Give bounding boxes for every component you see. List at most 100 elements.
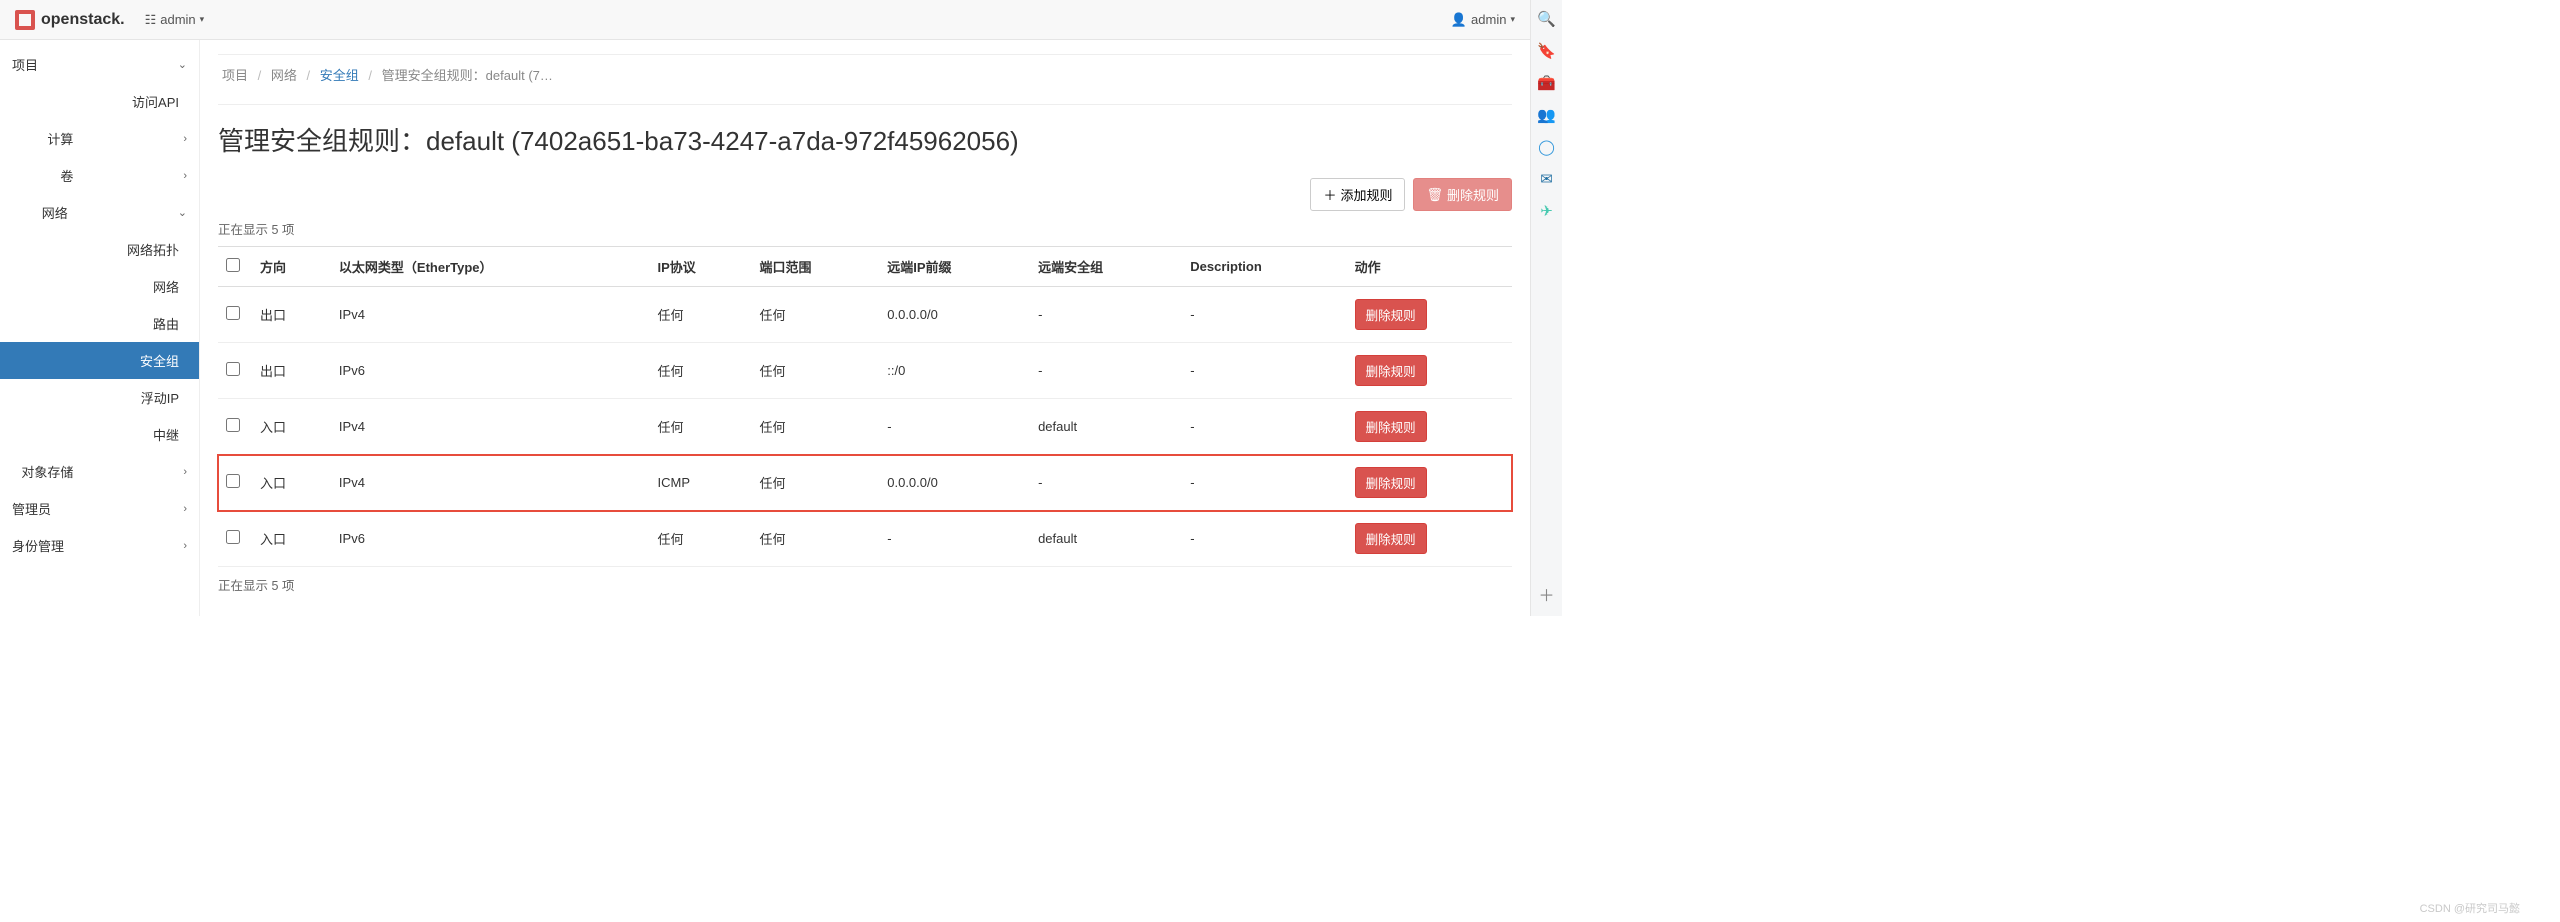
sidebar-item-label: 计算: [47, 129, 73, 148]
cell-protocol: 任何: [650, 399, 752, 455]
search-icon[interactable]: 🔍: [1538, 10, 1556, 28]
sidebar-item-access-api[interactable]: 访问API: [0, 83, 199, 120]
breadcrumb-item: 项目: [222, 68, 248, 83]
col-remote-sg[interactable]: 远端安全组: [1030, 247, 1182, 287]
sidebar-item-routers[interactable]: 路由: [0, 305, 199, 342]
sidebar-item-project[interactable]: 项目 ⌄: [0, 46, 199, 83]
cell-ethertype: IPv4: [331, 287, 650, 343]
sidebar-item-network[interactable]: 网络 ⌄: [0, 194, 199, 231]
sidebar: 项目 ⌄ 访问API 计算 › 卷 › 网络 ⌄ 网络拓扑 网络: [0, 40, 200, 616]
refresh-icon[interactable]: ◯: [1538, 138, 1556, 156]
chevron-right-icon: ›: [183, 466, 187, 478]
brand-logo[interactable]: openstack.: [15, 10, 125, 30]
user-icon: 👤: [1451, 12, 1467, 28]
cell-ethertype: IPv6: [331, 511, 650, 567]
sidebar-item-security-groups[interactable]: 安全组: [0, 342, 199, 379]
watermark-text: CSDN @研究司马懿: [2420, 900, 2520, 916]
row-checkbox[interactable]: [226, 530, 240, 544]
col-ethertype[interactable]: 以太网类型（EtherType）: [331, 247, 650, 287]
right-rail: 🔍 🔖 🧰 👥 ◯ ✉ ✈ ＋: [1530, 0, 1562, 616]
col-actions: 动作: [1347, 247, 1512, 287]
mail-icon[interactable]: ✉: [1538, 170, 1556, 188]
col-description[interactable]: Description: [1182, 247, 1346, 287]
cell-direction: 入口: [252, 455, 331, 511]
user-menu[interactable]: 👤 admin ▾: [1451, 12, 1515, 28]
delete-row-button[interactable]: 删除规则: [1355, 467, 1427, 498]
cell-description: -: [1182, 343, 1346, 399]
cell-port-range: 任何: [752, 399, 880, 455]
briefcase-icon[interactable]: 🧰: [1538, 74, 1556, 92]
cell-remote-ip: ::/0: [879, 343, 1030, 399]
sidebar-item-admin[interactable]: 管理员 ›: [0, 490, 199, 527]
send-icon[interactable]: ✈: [1538, 202, 1556, 220]
cell-protocol: 任何: [650, 343, 752, 399]
delete-row-button[interactable]: 删除规则: [1355, 411, 1427, 442]
person-icon[interactable]: 👥: [1538, 106, 1556, 124]
cell-remote-ip: -: [879, 511, 1030, 567]
cell-remote-ip: 0.0.0.0/0: [879, 287, 1030, 343]
cell-description: -: [1182, 511, 1346, 567]
trash-icon: 🗑: [1426, 187, 1443, 203]
openstack-logo-icon: [15, 10, 35, 30]
row-checkbox[interactable]: [226, 362, 240, 376]
delete-row-button[interactable]: 删除规则: [1355, 523, 1427, 554]
cell-description: -: [1182, 455, 1346, 511]
sidebar-item-compute[interactable]: 计算 ›: [0, 120, 199, 157]
cell-remote-sg: default: [1030, 511, 1182, 567]
chevron-right-icon: ›: [183, 503, 187, 515]
sidebar-item-label: 浮动IP: [141, 388, 179, 407]
sidebar-item-label: 身份管理: [12, 536, 64, 555]
row-checkbox[interactable]: [226, 474, 240, 488]
sidebar-item-label: 对象存储: [21, 462, 73, 481]
col-remote-ip[interactable]: 远端IP前缀: [879, 247, 1030, 287]
sidebar-item-object-storage[interactable]: 对象存储 ›: [0, 453, 199, 490]
plus-icon[interactable]: ＋: [1538, 582, 1554, 616]
table-row: 入口IPv4ICMP任何0.0.0.0/0--删除规则: [218, 455, 1512, 511]
sidebar-item-trunks[interactable]: 中继: [0, 416, 199, 453]
cell-ethertype: IPv4: [331, 399, 650, 455]
sidebar-item-networks[interactable]: 网络: [0, 268, 199, 305]
row-checkbox[interactable]: [226, 418, 240, 432]
sidebar-item-volumes[interactable]: 卷 ›: [0, 157, 199, 194]
add-rule-label: 添加规则: [1340, 185, 1392, 204]
chevron-right-icon: ›: [183, 170, 187, 182]
breadcrumb-link-security-groups[interactable]: 安全组: [320, 68, 359, 83]
sidebar-item-label: 路由: [153, 314, 179, 333]
delete-rules-button[interactable]: 🗑 删除规则: [1413, 178, 1512, 211]
sidebar-item-identity[interactable]: 身份管理 ›: [0, 527, 199, 564]
project-selector-label: admin: [160, 12, 195, 27]
chevron-down-icon: ⌄: [178, 58, 187, 71]
delete-row-button[interactable]: 删除规则: [1355, 299, 1427, 330]
row-checkbox[interactable]: [226, 306, 240, 320]
sidebar-item-label: 安全组: [140, 351, 179, 370]
breadcrumb-item: 网络: [271, 68, 297, 83]
select-all-checkbox[interactable]: [226, 258, 240, 272]
col-protocol[interactable]: IP协议: [650, 247, 752, 287]
project-selector[interactable]: ☷ admin ▾: [145, 12, 205, 28]
sidebar-item-label: 中继: [153, 425, 179, 444]
cell-remote-sg: -: [1030, 343, 1182, 399]
table-row: 入口IPv4任何任何-default-删除规则: [218, 399, 1512, 455]
cell-remote-ip: 0.0.0.0/0: [879, 455, 1030, 511]
col-port-range[interactable]: 端口范围: [752, 247, 880, 287]
delete-row-button[interactable]: 删除规则: [1355, 355, 1427, 386]
page-title: 管理安全组规则：default (7402a651-ba73-4247-a7da…: [218, 121, 1512, 158]
table-toolbar: ＋ 添加规则 🗑 删除规则: [218, 178, 1512, 211]
sidebar-item-label: 卷: [60, 166, 73, 185]
cell-protocol: 任何: [650, 287, 752, 343]
cell-protocol: ICMP: [650, 455, 752, 511]
sidebar-item-topology[interactable]: 网络拓扑: [0, 231, 199, 268]
sidebar-item-label: 网络: [42, 203, 68, 222]
main-content: 项目 / 网络 / 安全组 / 管理安全组规则：default (7… 管理安全…: [200, 40, 1530, 616]
chevron-down-icon: ▾: [1510, 14, 1515, 25]
table-row: 入口IPv6任何任何-default-删除规则: [218, 511, 1512, 567]
tag-icon[interactable]: 🔖: [1538, 42, 1556, 60]
col-direction[interactable]: 方向: [252, 247, 331, 287]
cell-port-range: 任何: [752, 511, 880, 567]
row-count-top: 正在显示 5 项: [218, 219, 1512, 238]
sidebar-item-floating-ips[interactable]: 浮动IP: [0, 379, 199, 416]
table-row: 出口IPv6任何任何::/0--删除规则: [218, 343, 1512, 399]
cell-ethertype: IPv6: [331, 343, 650, 399]
cell-ethertype: IPv4: [331, 455, 650, 511]
add-rule-button[interactable]: ＋ 添加规则: [1310, 178, 1405, 211]
